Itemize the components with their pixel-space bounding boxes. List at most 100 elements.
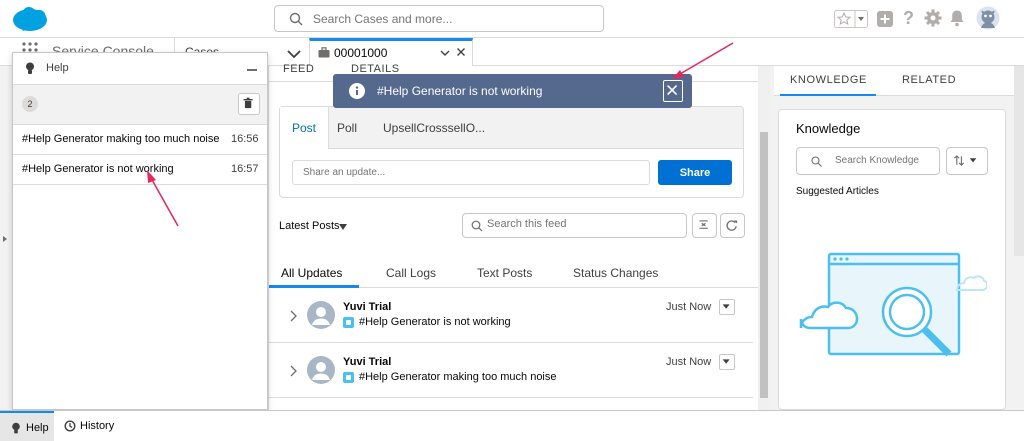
publisher-tab-post[interactable]: Post	[280, 107, 330, 149]
share-button[interactable]: Share	[658, 160, 732, 185]
global-search[interactable]	[274, 5, 604, 32]
feed-scrollbar-thumb[interactable]	[760, 132, 768, 398]
help-panel-title: Help	[46, 62, 69, 74]
right-panel-edge	[1014, 66, 1024, 256]
tab-related[interactable]: RELATED	[902, 74, 956, 86]
clear-all-button[interactable]	[238, 93, 260, 115]
tab-overflow-chevron-icon[interactable]	[282, 44, 306, 64]
feed-search[interactable]	[462, 213, 687, 238]
workspace-tab-close-icon[interactable]	[456, 47, 466, 57]
feed-filter-tabs: All Updates Call Logs Text Posts Status …	[269, 260, 760, 288]
global-search-input[interactable]	[313, 10, 593, 28]
publisher-tab-poll[interactable]: Poll	[337, 121, 357, 135]
sort-caret-down-icon[interactable]	[339, 224, 347, 230]
info-icon	[349, 83, 365, 99]
trash-icon	[243, 97, 253, 109]
case-topic-icon	[343, 317, 354, 328]
active-tab-indicator	[780, 94, 876, 96]
refresh-feed-button[interactable]	[720, 213, 745, 238]
search-icon	[289, 12, 303, 26]
post-author[interactable]: Yuvi Trial	[343, 301, 391, 313]
user-avatar[interactable]	[307, 301, 335, 329]
knowledge-empty-state-illustration	[799, 252, 987, 357]
knowledge-search-input[interactable]	[835, 155, 935, 166]
utility-item-help[interactable]: Help	[0, 411, 54, 441]
caret-down-icon	[722, 359, 730, 364]
global-header: ?	[0, 0, 1024, 38]
collapse-icon	[699, 220, 708, 229]
case-topic-icon	[343, 372, 354, 383]
suggested-articles-label: Suggested Articles	[796, 186, 879, 197]
workspace-tab-chevron-icon[interactable]	[440, 49, 450, 57]
active-tab-indicator	[269, 285, 359, 288]
tab-status-changes[interactable]: Status Changes	[573, 266, 658, 280]
toast-close-button[interactable]	[663, 80, 683, 102]
help-question-icon[interactable]: ?	[902, 8, 916, 28]
post-timestamp[interactable]: Just Now	[666, 301, 711, 313]
person-icon	[312, 362, 330, 380]
post-actions-menu[interactable]	[719, 354, 735, 370]
lightbulb-icon	[12, 422, 20, 434]
sort-arrows-icon	[954, 155, 977, 166]
feed-search-input[interactable]	[487, 218, 677, 230]
header-icons: ?	[834, 6, 1004, 30]
close-icon	[667, 85, 678, 96]
knowledge-sort-button[interactable]	[946, 147, 988, 175]
right-sidebar: KNOWLEDGE RELATED Knowledge Suggested Ar…	[770, 66, 1024, 410]
utility-item-history[interactable]: History	[54, 411, 124, 441]
user-avatar-icon[interactable]	[976, 6, 1000, 30]
notification-count-badge: 2	[22, 96, 38, 112]
notification-time: 16:56	[231, 133, 259, 145]
setup-gear-icon[interactable]	[924, 9, 942, 27]
tab-call-logs[interactable]: Call Logs	[386, 266, 436, 280]
expand-chevron-right-icon[interactable]	[289, 365, 297, 377]
panel-expand-caret-icon[interactable]	[3, 236, 7, 242]
case-briefcase-icon	[318, 47, 330, 58]
toast-notification: #Help Generator is not working	[333, 74, 692, 108]
person-icon	[312, 307, 330, 325]
feed-sort-dropdown[interactable]: Latest Posts	[279, 220, 340, 232]
chatter-publisher: Post Poll UpsellCrosssellO... Share	[279, 106, 744, 198]
favorites-star-icon[interactable]	[834, 8, 868, 30]
utility-item-label: History	[80, 420, 115, 432]
toast-message: #Help Generator is not working	[377, 84, 543, 98]
share-update-input[interactable]	[292, 160, 650, 185]
search-icon	[811, 156, 822, 167]
sidebar-tabs: KNOWLEDGE RELATED	[774, 66, 1018, 96]
tab-feed[interactable]: FEED	[283, 63, 314, 75]
workspace-tab-label: 00001000	[334, 46, 388, 60]
user-avatar[interactable]	[307, 356, 335, 384]
post-author[interactable]: Yuvi Trial	[343, 356, 391, 368]
expand-chevron-right-icon[interactable]	[289, 310, 297, 322]
publisher-tabs: Post Poll UpsellCrosssellO...	[280, 107, 743, 149]
knowledge-card: Knowledge Suggested Articles	[778, 109, 1006, 410]
app-launcher-icon[interactable]	[22, 42, 38, 52]
collapse-all-button[interactable]	[692, 213, 717, 238]
knowledge-title: Knowledge	[796, 121, 861, 136]
tab-text-posts[interactable]: Text Posts	[477, 266, 532, 280]
notification-message: #Help Generator is not working	[22, 163, 174, 175]
help-utility-panel: Help 2 #Help Generator making too much n…	[12, 52, 268, 410]
lightbulb-icon	[26, 62, 34, 74]
publisher-tab-upsell[interactable]: UpsellCrosssellO...	[383, 121, 485, 135]
post-body: #Help Generator is not working	[359, 316, 511, 328]
search-icon	[471, 220, 483, 232]
post-timestamp[interactable]: Just Now	[666, 356, 711, 368]
feed-column: FEED DETAILS Post Poll UpsellCrosssellO.…	[268, 63, 760, 410]
notifications-bell-icon[interactable]	[949, 9, 965, 27]
salesforce-logo-icon[interactable]	[12, 6, 48, 32]
post-body: #Help Generator making too much noise	[359, 371, 557, 383]
utility-bar: Help History	[0, 410, 1024, 441]
minimize-icon[interactable]	[247, 69, 257, 71]
help-notification-item[interactable]: #Help Generator is not working 16:57	[13, 155, 267, 185]
refresh-icon	[726, 220, 738, 231]
svg-text:?: ?	[903, 8, 914, 28]
tab-knowledge[interactable]: KNOWLEDGE	[790, 74, 867, 86]
knowledge-search[interactable]	[796, 147, 940, 175]
global-actions-add-icon[interactable]	[876, 10, 894, 28]
feed-post: Yuvi Trial #Help Generator making too mu…	[269, 344, 753, 398]
help-notification-item[interactable]: #Help Generator making too much noise 16…	[13, 125, 267, 155]
post-actions-menu[interactable]	[719, 299, 735, 315]
tab-all-updates[interactable]: All Updates	[281, 266, 342, 280]
utility-item-label: Help	[26, 422, 49, 434]
